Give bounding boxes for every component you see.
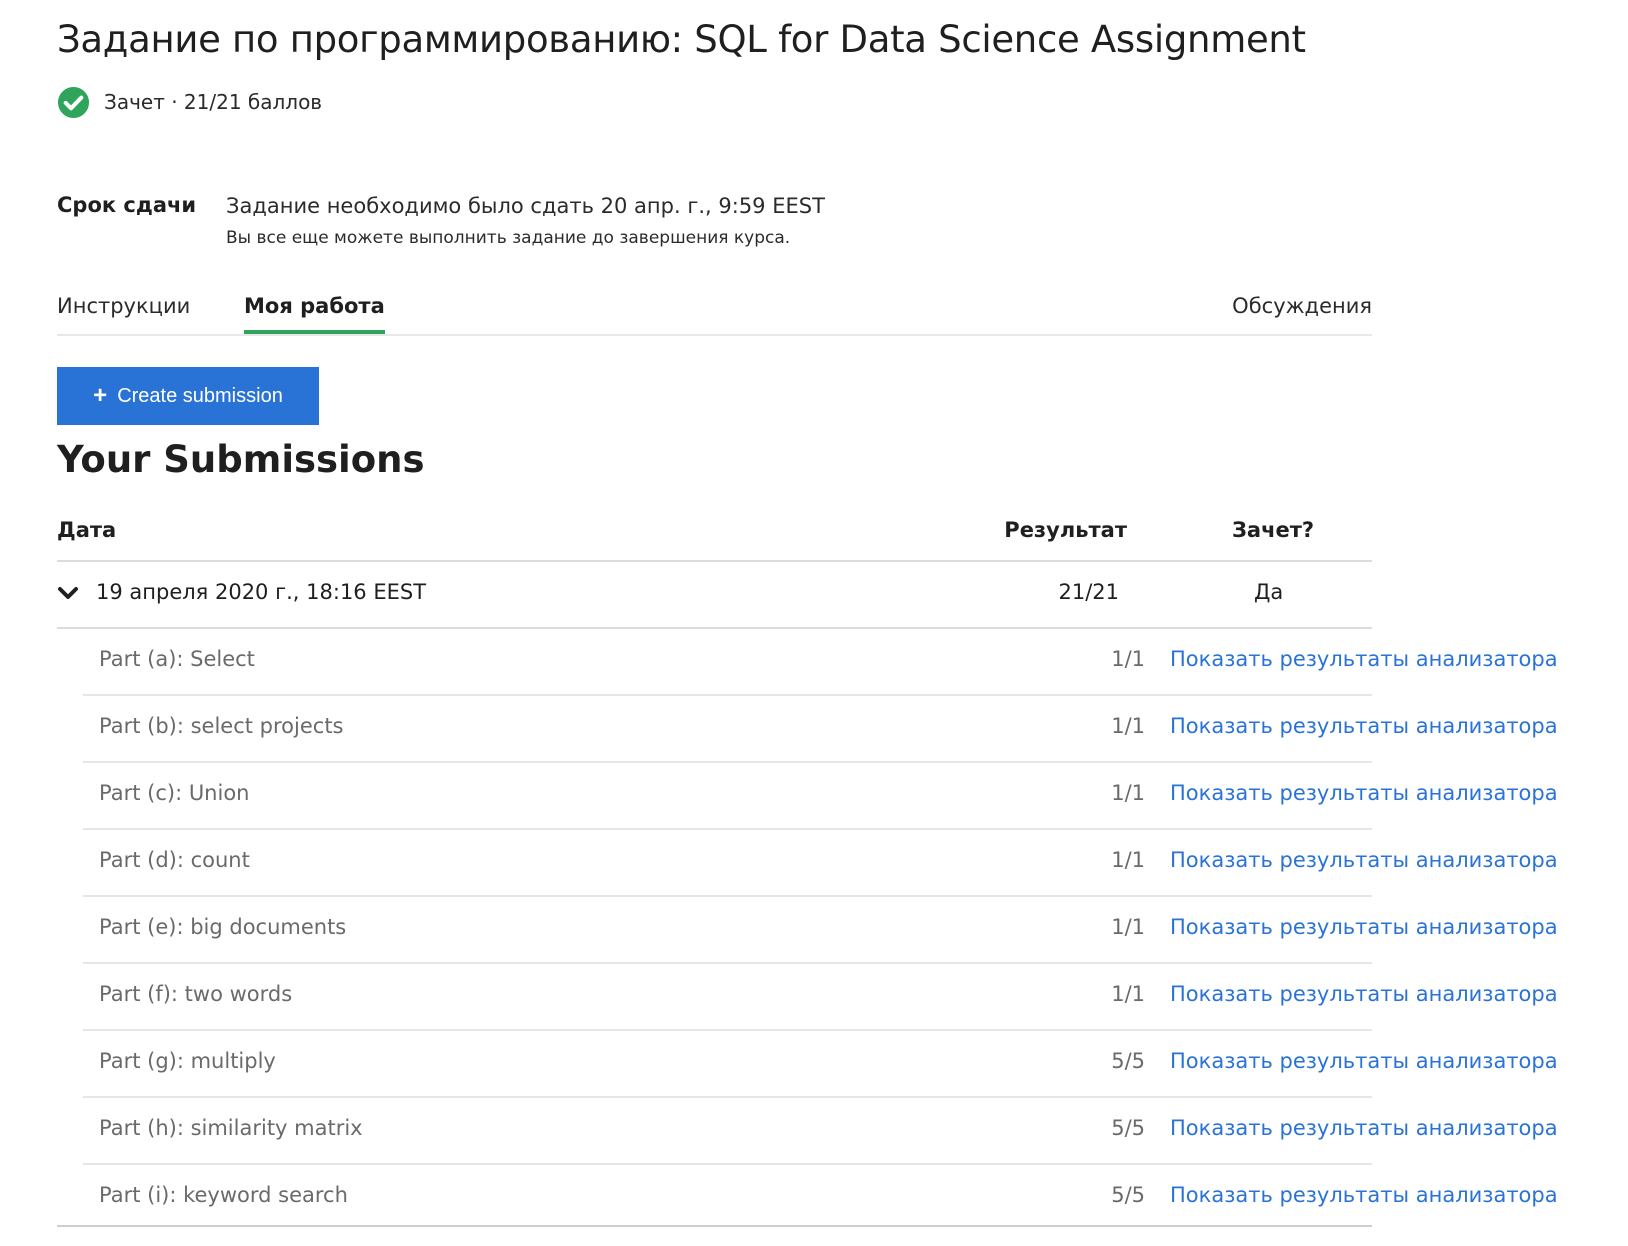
part-score: 1/1 bbox=[1111, 848, 1145, 872]
show-grader-output-link[interactable]: Показать результаты анализатора bbox=[1170, 982, 1558, 1006]
table-bottom-divider bbox=[57, 1225, 1372, 1227]
tab-my-work[interactable]: Моя работа bbox=[244, 294, 385, 334]
create-submission-button[interactable]: + Create submission bbox=[57, 367, 319, 425]
part-score: 1/1 bbox=[1111, 714, 1145, 738]
part-score: 5/5 bbox=[1111, 1049, 1145, 1073]
column-header-passed: Зачет? bbox=[1232, 518, 1315, 542]
show-grader-output-link[interactable]: Показать результаты анализатора bbox=[1170, 781, 1558, 805]
part-name: Part (g): multiply bbox=[99, 1049, 276, 1073]
part-name: Part (d): count bbox=[99, 848, 250, 872]
create-submission-label: Create submission bbox=[117, 384, 283, 407]
submission-passed: Да bbox=[1254, 580, 1284, 604]
grade-status: Зачет · 21/21 баллов bbox=[57, 84, 322, 120]
part-row: Part (d): count 1/1 Показать результаты … bbox=[83, 830, 1558, 897]
part-row: Part (b): select projects 1/1 Показать р… bbox=[83, 696, 1558, 763]
part-score: 5/5 bbox=[1111, 1116, 1145, 1140]
grade-status-text: Зачет · 21/21 баллов bbox=[104, 90, 323, 114]
show-grader-output-link[interactable]: Показать результаты анализатора bbox=[1170, 1116, 1558, 1140]
part-name: Part (f): two words bbox=[99, 982, 293, 1006]
column-header-date: Дата bbox=[57, 518, 117, 542]
submission-result: 21/21 bbox=[1058, 580, 1119, 604]
show-grader-output-link[interactable]: Показать результаты анализатора bbox=[1170, 647, 1558, 671]
plus-icon: + bbox=[93, 382, 108, 409]
deadline-label: Срок сдачи bbox=[57, 193, 197, 217]
part-name: Part (c): Union bbox=[99, 781, 250, 805]
show-grader-output-link[interactable]: Показать результаты анализатора bbox=[1170, 848, 1558, 872]
submissions-table-header: Дата Результат Зачет? bbox=[57, 510, 1372, 562]
part-score: 1/1 bbox=[1111, 647, 1145, 671]
part-score: 1/1 bbox=[1111, 915, 1145, 939]
part-row: Part (g): multiply 5/5 Показать результа… bbox=[83, 1031, 1558, 1098]
chevron-down-icon[interactable] bbox=[57, 586, 79, 602]
deadline-text: Задание необходимо было сдать 20 апр. г.… bbox=[226, 194, 825, 218]
part-score: 1/1 bbox=[1111, 781, 1145, 805]
submission-parts-list: Part (a): Select 1/1 Показать результаты… bbox=[83, 629, 1558, 1232]
show-grader-output-link[interactable]: Показать результаты анализатора bbox=[1170, 915, 1558, 939]
part-name: Part (e): big documents bbox=[99, 915, 347, 939]
show-grader-output-link[interactable]: Показать результаты анализатора bbox=[1170, 714, 1558, 738]
part-row: Part (c): Union 1/1 Показать результаты … bbox=[83, 763, 1558, 830]
part-row: Part (e): big documents 1/1 Показать рез… bbox=[83, 897, 1558, 964]
part-row: Part (i): keyword search 5/5 Показать ре… bbox=[83, 1165, 1558, 1232]
part-name: Part (h): similarity matrix bbox=[99, 1116, 363, 1140]
deadline-note: Вы все еще можете выполнить задание до з… bbox=[226, 228, 791, 248]
page-title: Задание по программированию: SQL for Dat… bbox=[57, 18, 1306, 61]
submission-row[interactable]: 19 апреля 2020 г., 18:16 EEST 21/21 Да bbox=[57, 562, 1372, 629]
part-name: Part (b): select projects bbox=[99, 714, 344, 738]
part-score: 1/1 bbox=[1111, 982, 1145, 1006]
part-row: Part (h): similarity matrix 5/5 Показать… bbox=[83, 1098, 1558, 1165]
tab-bar: Инструкции Моя работа Обсуждения bbox=[57, 276, 1372, 336]
assignment-page: Задание по программированию: SQL for Dat… bbox=[0, 0, 1628, 1246]
tab-discussions[interactable]: Обсуждения bbox=[1232, 294, 1372, 330]
column-header-result: Результат bbox=[1004, 518, 1127, 542]
part-name: Part (i): keyword search bbox=[99, 1183, 348, 1207]
submission-date: 19 апреля 2020 г., 18:16 EEST bbox=[96, 580, 427, 604]
part-score: 5/5 bbox=[1111, 1183, 1145, 1207]
show-grader-output-link[interactable]: Показать результаты анализатора bbox=[1170, 1183, 1558, 1207]
tab-instructions[interactable]: Инструкции bbox=[57, 294, 190, 330]
part-row: Part (f): two words 1/1 Показать результ… bbox=[83, 964, 1558, 1031]
show-grader-output-link[interactable]: Показать результаты анализатора bbox=[1170, 1049, 1558, 1073]
part-name: Part (a): Select bbox=[99, 647, 255, 671]
check-circle-icon bbox=[57, 86, 90, 118]
submissions-heading: Your Submissions bbox=[57, 438, 425, 481]
part-row: Part (a): Select 1/1 Показать результаты… bbox=[83, 629, 1558, 696]
